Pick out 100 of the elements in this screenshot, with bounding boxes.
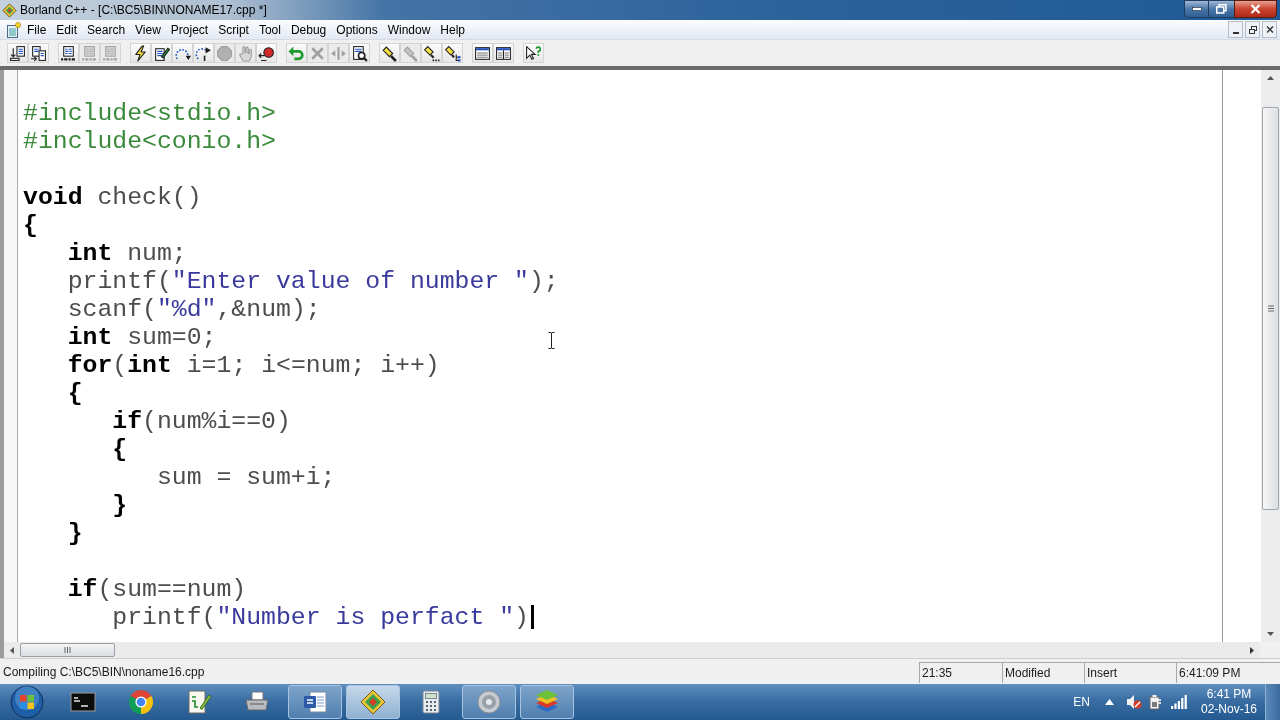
menu-item[interactable]: Script — [213, 21, 254, 38]
toolbar-button[interactable] — [421, 43, 442, 63]
minimize-icon — [1232, 32, 1239, 34]
signal-bars-icon[interactable] — [1170, 695, 1187, 709]
toolbar-button[interactable] — [472, 43, 493, 63]
code-line: for(int i=1; i<=num; i++) — [67, 351, 440, 379]
scroll-down-icon[interactable] — [1267, 632, 1274, 636]
document-arrow-icon — [9, 44, 26, 62]
minimize-icon — [1191, 7, 1202, 11]
circle-arrow-icon — [258, 44, 275, 62]
window-columns-icon — [495, 44, 512, 62]
toolbar-button[interactable] — [193, 43, 214, 63]
vertical-scrollbar[interactable] — [1261, 70, 1280, 642]
window-title: Borland C++ - [C:\BC5\BIN\NONAME17.cpp *] — [20, 3, 267, 17]
status-panel-text: Modified — [1005, 665, 1051, 680]
toolbar-button[interactable] — [256, 43, 277, 63]
code-line: #include<conio.h> — [23, 127, 276, 155]
toolbar-button[interactable] — [7, 43, 28, 63]
close-button[interactable] — [1234, 0, 1277, 18]
scroll-right-icon[interactable] — [1250, 646, 1254, 654]
binary-document-icon — [81, 44, 98, 62]
grip-icon — [64, 647, 71, 653]
minimize-button[interactable] — [1184, 0, 1209, 18]
taskbar-button[interactable] — [288, 685, 342, 719]
menu-item[interactable]: Tool — [253, 21, 286, 38]
toolbar-button[interactable] — [523, 43, 544, 63]
menu-item[interactable]: Debug — [285, 21, 332, 38]
toolbar-button[interactable] — [379, 43, 400, 63]
toolbar-button[interactable] — [349, 43, 370, 63]
restore-icon — [1216, 4, 1227, 14]
taskbar-button[interactable] — [520, 685, 574, 719]
tricolor-circle-icon — [127, 688, 155, 716]
maximize-button[interactable] — [1209, 0, 1234, 18]
app-icon — [2, 2, 17, 18]
binary-document-icon — [60, 44, 77, 62]
code-line: printf("Enter value of number "); — [67, 267, 559, 295]
flashlight-icon — [381, 44, 398, 62]
code-line: } — [67, 519, 83, 547]
scroll-left-icon[interactable] — [10, 646, 14, 654]
code-line: if(num%i==0) — [112, 407, 291, 435]
notepad-icon — [185, 688, 213, 716]
flashlight-icon — [402, 44, 419, 62]
speaker-muted-icon[interactable] — [1125, 694, 1142, 710]
status-panel-text: 21:35 — [922, 665, 953, 680]
restore-button[interactable] — [1245, 21, 1260, 38]
menu-item[interactable]: Search — [82, 21, 131, 38]
code-line: int num; — [67, 239, 187, 267]
i-beam-cursor-icon — [548, 332, 555, 349]
code-line: #include<stdio.h> — [23, 99, 276, 127]
minimize-button[interactable] — [1228, 21, 1243, 38]
menu-item[interactable]: View — [130, 21, 166, 38]
battery-plug-icon[interactable] — [1148, 694, 1162, 710]
flashlight-dots-icon — [423, 44, 440, 62]
toolbar-button[interactable] — [442, 43, 463, 63]
close-icon — [1250, 4, 1261, 14]
colorful-tile-icon — [359, 688, 387, 716]
window-icon — [474, 44, 491, 62]
toolbar-button[interactable] — [493, 43, 514, 63]
horizontal-scrollbar[interactable] — [4, 642, 1260, 658]
code-line: { — [23, 211, 38, 239]
menu-item[interactable]: File — [22, 21, 52, 38]
code-line: { — [67, 379, 83, 407]
menu-item[interactable]: Options — [331, 21, 383, 38]
menu-item[interactable]: Edit — [51, 21, 83, 38]
code-line: int sum=0; — [67, 323, 217, 351]
code-line: } — [112, 491, 128, 519]
taskbar-button[interactable] — [346, 685, 400, 719]
close-button[interactable] — [1262, 21, 1277, 38]
document-lines-icon — [301, 688, 329, 716]
hand-icon — [237, 44, 254, 62]
status-panel-text: 6:41:09 PM — [1179, 665, 1241, 680]
help-pointer-icon — [525, 44, 542, 62]
binary-document-icon — [102, 44, 119, 62]
toolbar-button[interactable] — [151, 43, 172, 63]
orb-flag-icon — [10, 685, 44, 719]
scroll-thumb[interactable] — [20, 643, 115, 657]
toolbar-button[interactable] — [58, 43, 79, 63]
documents-arrow-icon — [30, 44, 47, 62]
clock-time[interactable]: 6:41 PM — [1206, 687, 1252, 702]
scroll-up-icon[interactable] — [1267, 76, 1274, 80]
code-line: scanf("%d",&num); — [67, 295, 321, 323]
close-icon — [1265, 26, 1274, 33]
undo-icon — [288, 44, 305, 62]
menu-item[interactable]: Project — [165, 21, 214, 38]
octagon-icon — [216, 44, 233, 62]
toolbar-button[interactable] — [130, 43, 151, 63]
caret-up-icon[interactable] — [1104, 699, 1114, 705]
code-line: if(sum==num) — [67, 575, 247, 603]
lightning-icon — [132, 44, 149, 62]
language-indicator[interactable]: EN — [1073, 695, 1090, 709]
flashlight-tree-icon — [444, 44, 461, 62]
toolbar-button[interactable] — [28, 43, 49, 63]
clock-date[interactable]: 02-Nov-16 — [1200, 702, 1257, 717]
menu-item[interactable]: Help — [435, 21, 471, 38]
split-arrows-icon — [330, 44, 347, 62]
scroll-thumb[interactable] — [1262, 107, 1279, 510]
menu-item[interactable]: Window — [382, 21, 436, 38]
document-magnifier-icon — [351, 44, 368, 62]
speaker-icon — [475, 688, 503, 716]
status-panel-text: Insert — [1087, 665, 1117, 680]
